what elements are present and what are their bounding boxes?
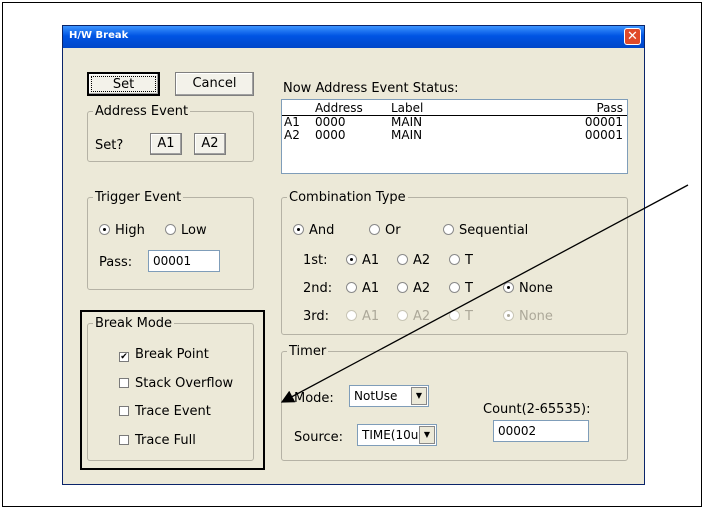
callout-arrow <box>280 184 689 403</box>
callout-arrow-line <box>280 184 689 403</box>
